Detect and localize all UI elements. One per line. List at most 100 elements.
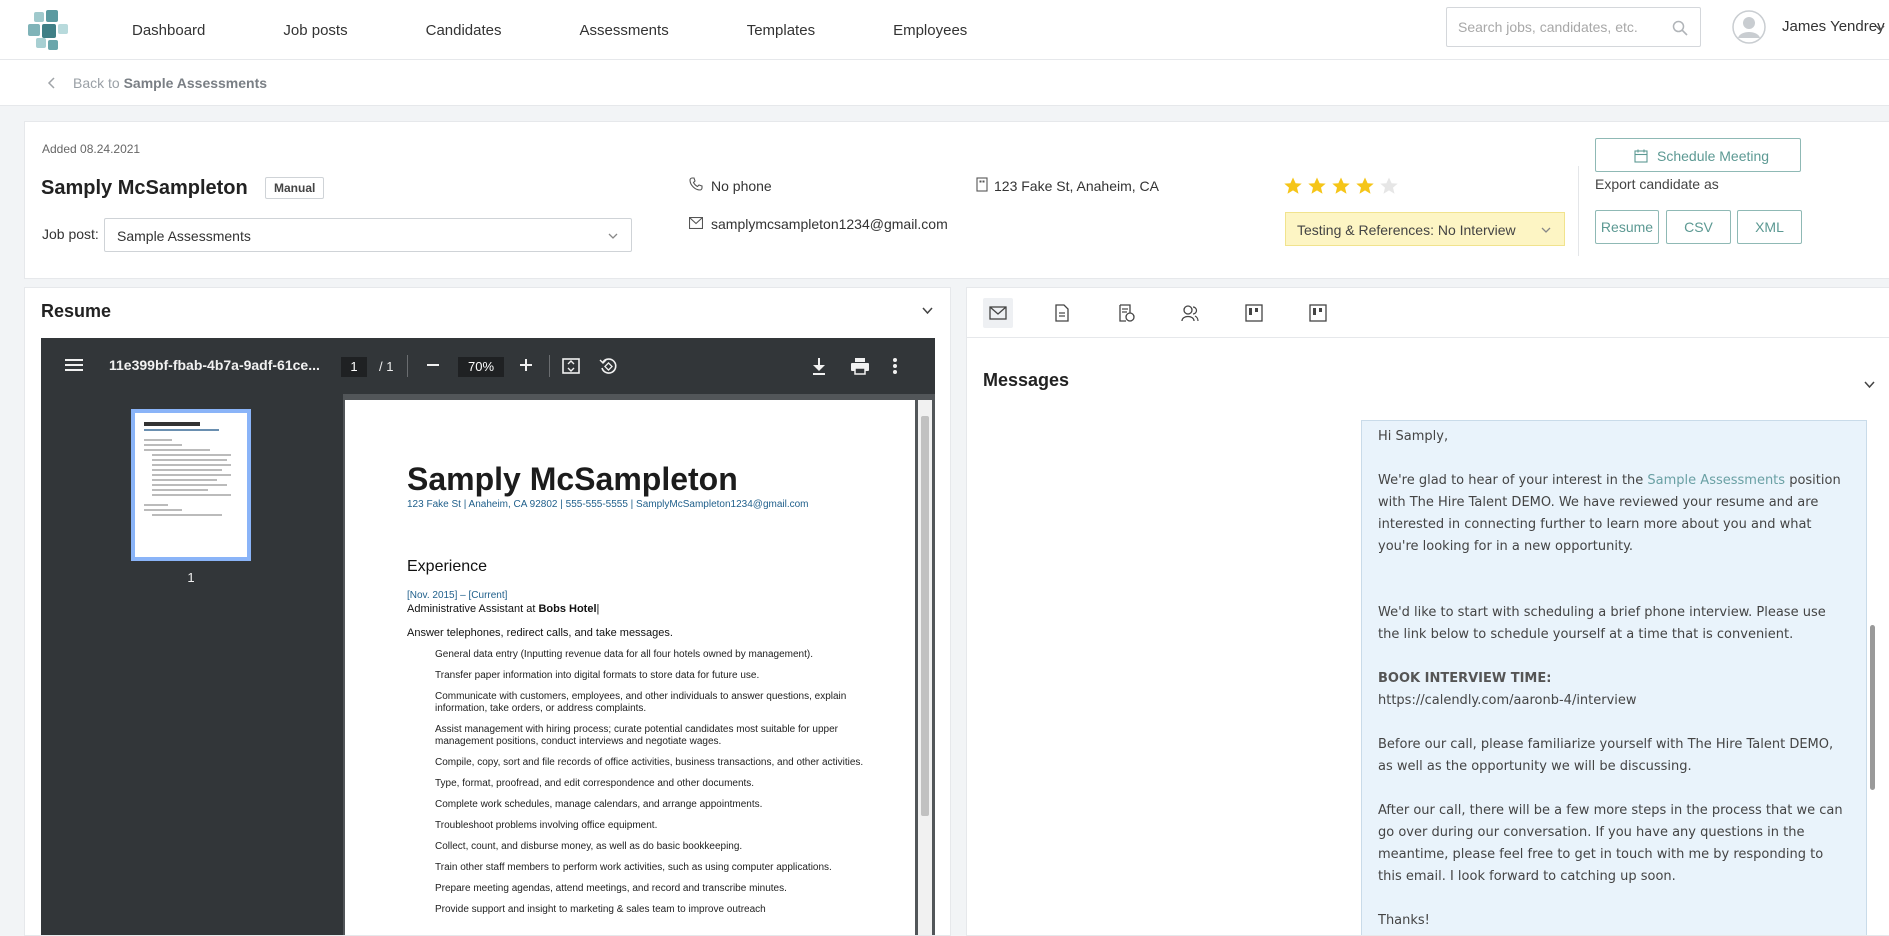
mail-icon xyxy=(989,306,1007,320)
pdf-filename: 11e399bf-fbab-4b7a-9adf-61ce... xyxy=(109,357,320,373)
source-badge: Manual xyxy=(265,177,325,199)
more-vertical-icon[interactable] xyxy=(891,356,899,376)
resume-title: Resume xyxy=(41,301,112,321)
list-item: Transfer paper information into digital … xyxy=(435,670,760,681)
resume-doc-bullets: General data entry (Inputting revenue da… xyxy=(435,649,865,916)
candidate-header: Added 08.24.2021 Samply McSampleton Manu… xyxy=(24,121,1889,279)
print-icon[interactable] xyxy=(850,356,870,376)
scrollbar-thumb[interactable] xyxy=(921,416,929,816)
star-filled-icon[interactable] xyxy=(1331,176,1351,196)
zoom-in-icon[interactable] xyxy=(518,357,534,373)
booking-url[interactable]: https://calendly.com/aaronb-4/interview xyxy=(1378,690,1850,712)
list-item: Train other staff members to perform wor… xyxy=(435,862,832,873)
board-icon xyxy=(1245,304,1263,322)
list-item: Prepare meeting agendas, attend meetings… xyxy=(435,883,787,894)
resume-doc-dates: [Nov. 2015] – [Current] xyxy=(407,590,508,601)
chevron-down-icon[interactable] xyxy=(1863,378,1876,391)
nav-job-posts[interactable]: Job posts xyxy=(283,22,347,39)
user-avatar-icon[interactable] xyxy=(1732,10,1766,44)
candidate-name: Samply McSampleton xyxy=(41,177,248,199)
tab-assessments[interactable] xyxy=(1111,298,1141,328)
candidate-phone: No phone xyxy=(711,178,772,194)
export-label: Export candidate as xyxy=(1595,176,1719,192)
pdf-page-view: Samply McSampleton 123 Fake St | Anaheim… xyxy=(343,394,935,935)
page-thumbnail[interactable] xyxy=(131,409,251,561)
email-paragraph: We're glad to hear of your interest in t… xyxy=(1378,470,1850,558)
chevron-down-icon[interactable] xyxy=(1874,22,1886,34)
chevron-down-icon xyxy=(1541,227,1551,233)
user-name[interactable]: James Yendrey xyxy=(1782,18,1885,35)
star-filled-icon[interactable] xyxy=(1307,176,1327,196)
list-item: Type, format, proofread, and edit corres… xyxy=(435,778,755,789)
tab-references[interactable] xyxy=(1175,298,1205,328)
schedule-meeting-button[interactable]: Schedule Meeting xyxy=(1595,138,1801,172)
pdf-page-count: / 1 xyxy=(379,359,394,374)
chevron-left-icon[interactable] xyxy=(46,76,56,90)
back-target: Sample Assessments xyxy=(123,75,268,91)
email-signoff: Thanks! xyxy=(1378,913,1430,928)
search-icon[interactable] xyxy=(1672,20,1688,36)
nav-dashboard[interactable]: Dashboard xyxy=(132,22,205,39)
tab-board[interactable] xyxy=(1239,298,1269,328)
resume-doc-summary: Answer telephones, redirect calls, and t… xyxy=(407,627,673,639)
menu-icon[interactable] xyxy=(65,357,83,373)
pdf-thumbnail-sidebar: 1 xyxy=(41,394,343,935)
chevron-down-icon[interactable] xyxy=(921,304,934,317)
people-icon xyxy=(1181,305,1199,322)
nav-templates[interactable]: Templates xyxy=(747,22,815,39)
divider xyxy=(407,355,408,377)
role-prefix: Administrative Assistant at xyxy=(407,603,536,615)
list-item: Provide support and insight to marketing… xyxy=(435,904,766,915)
export-resume-button[interactable]: Resume xyxy=(1595,210,1659,244)
nav-assessments[interactable]: Assessments xyxy=(580,22,669,39)
resume-page: Samply McSampleton 123 Fake St | Anaheim… xyxy=(345,400,915,935)
email-paragraph: Before our call, please familiarize your… xyxy=(1378,737,1834,774)
global-search xyxy=(1446,7,1701,47)
list-item: Assist management with hiring process; c… xyxy=(435,724,838,747)
job-link[interactable]: Sample Assessments xyxy=(1647,473,1785,488)
main-nav: Dashboard Job posts Candidates Assessmen… xyxy=(132,0,1045,60)
building-icon xyxy=(976,177,988,192)
stage-select[interactable]: Testing & References: No Interview xyxy=(1285,212,1565,246)
resume-panel: Resume 11e399bf-fbab-4b7a-9adf-61ce... 1… xyxy=(24,287,951,936)
tab-documents[interactable] xyxy=(1047,298,1077,328)
calendar-icon xyxy=(1634,149,1648,163)
export-csv-button[interactable]: CSV xyxy=(1666,210,1731,244)
star-empty-icon[interactable] xyxy=(1379,176,1399,196)
zoom-out-icon[interactable] xyxy=(425,357,441,373)
messages-title: Messages xyxy=(983,370,1070,390)
job-post-select[interactable]: Sample Assessments xyxy=(104,218,632,252)
resume-doc-role: Administrative Assistant at Bobs Hotel| xyxy=(407,603,915,615)
export-xml-button[interactable]: XML xyxy=(1737,210,1802,244)
list-item: General data entry (Inputting revenue da… xyxy=(435,649,814,660)
email-text: We're glad to hear of your interest in t… xyxy=(1378,473,1648,488)
rotate-icon[interactable] xyxy=(598,356,618,376)
nav-employees[interactable]: Employees xyxy=(893,22,967,39)
messages-scrollbar[interactable] xyxy=(1869,420,1877,935)
company-logo[interactable] xyxy=(24,8,72,52)
pdf-scrollbar[interactable] xyxy=(918,400,932,935)
candidate-email[interactable]: samplymcsampleton1234@gmail.com xyxy=(711,216,948,232)
list-item: Compile, copy, sort and file records of … xyxy=(435,757,864,768)
search-input[interactable] xyxy=(1458,19,1658,35)
resume-doc-name: Samply McSampleton xyxy=(407,461,738,497)
star-filled-icon[interactable] xyxy=(1283,176,1303,196)
phone-icon xyxy=(689,177,703,191)
email-paragraph: We'd like to start with scheduling a bri… xyxy=(1378,605,1826,642)
pdf-zoom-input[interactable]: 70% xyxy=(458,357,504,377)
pdf-page-input[interactable]: 1 xyxy=(341,357,367,377)
star-filled-icon[interactable] xyxy=(1355,176,1375,196)
message-bubble: Hi Samply, We're glad to hear of your in… xyxy=(1361,420,1867,935)
document-icon xyxy=(1055,304,1069,322)
back-link[interactable]: Back to Sample Assessments xyxy=(73,75,267,91)
fit-page-icon[interactable] xyxy=(561,356,581,376)
mail-icon xyxy=(689,217,703,229)
tab-board-alt[interactable] xyxy=(1303,298,1333,328)
rating-stars[interactable] xyxy=(1283,176,1403,196)
nav-candidates[interactable]: Candidates xyxy=(426,22,502,39)
scrollbar-thumb[interactable] xyxy=(1870,625,1875,790)
tab-messages[interactable] xyxy=(983,298,1013,328)
resume-doc-section: Experience xyxy=(407,558,488,575)
download-icon[interactable] xyxy=(810,356,828,376)
